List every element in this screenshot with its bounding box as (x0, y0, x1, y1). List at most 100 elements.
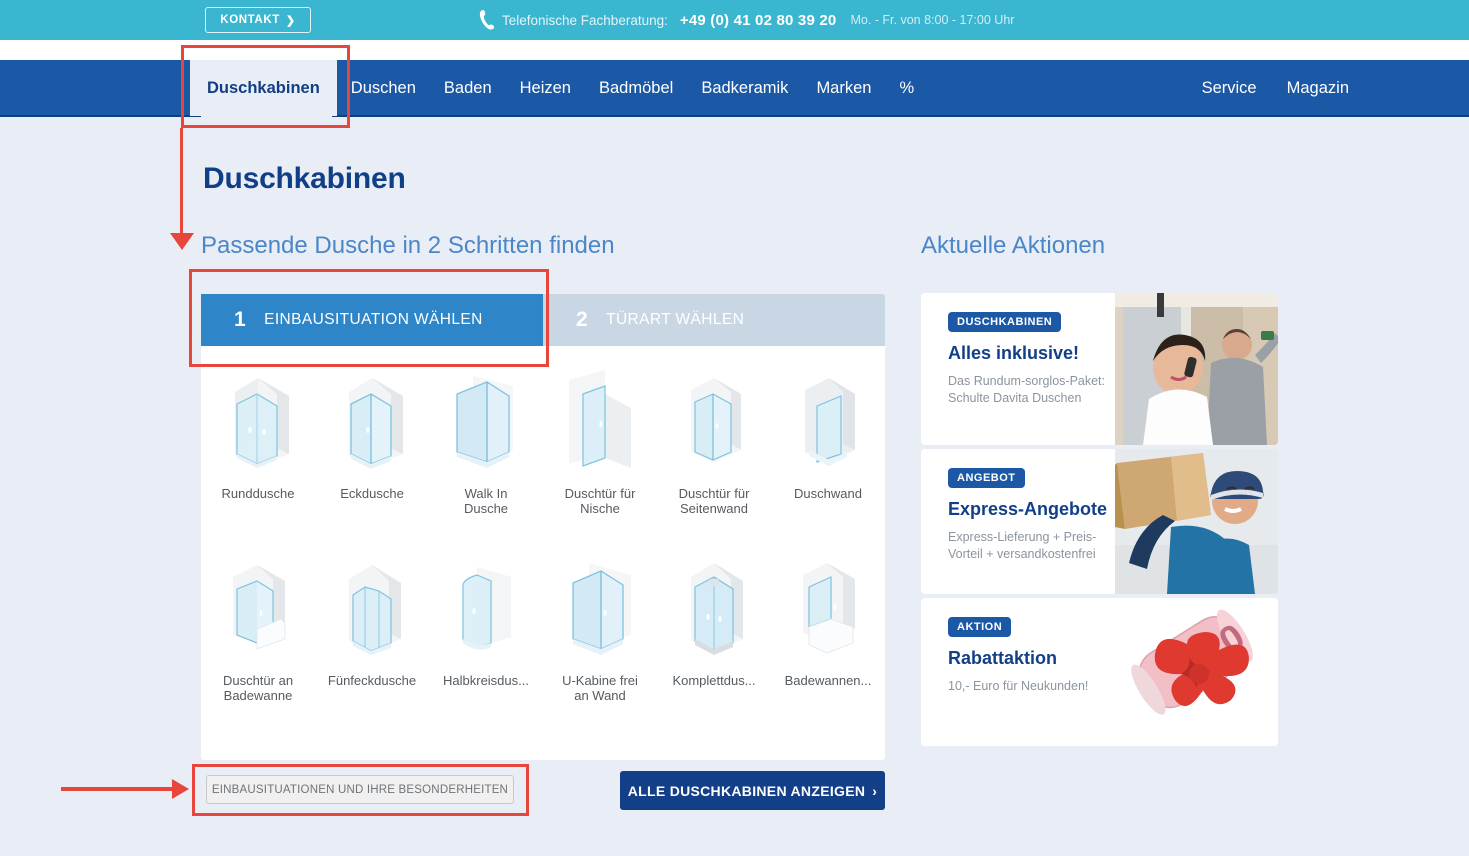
shower-corner-icon (349, 378, 403, 469)
tab-step-1-einbausituation[interactable]: 1 EINBAUSITUATION WÄHLEN (201, 294, 543, 346)
nav-item-magazin[interactable]: Magazin (1287, 79, 1349, 98)
promo-card-express-angebote[interactable]: ANGEBOT Express-Angebote Express-Lieferu… (921, 449, 1278, 594)
option-duschwand[interactable]: Duschwand (771, 346, 885, 533)
nav-item-heizen[interactable]: Heizen (506, 60, 585, 116)
shower-sidewall-door-icon (691, 378, 741, 462)
option-label: Duschtür an Badewanne (222, 673, 294, 703)
option-label: U-Kabine frei an Wand (562, 673, 638, 703)
promo-card-rabattaktion[interactable]: AKTION Rabattaktion 10,- Euro für Neukun… (921, 598, 1278, 746)
option-duschtuer-seitenwand[interactable]: Duschtür für Seitenwand (657, 346, 771, 533)
option-label: Badewannen... (784, 673, 872, 688)
status-badge: DUSCHKABINEN (948, 312, 1062, 332)
option-duschtuer-nische[interactable]: Duschtür für Nische (543, 346, 657, 533)
shower-round-icon (235, 378, 289, 468)
kontakt-button[interactable]: KONTAKT ❯ (205, 7, 311, 33)
promo-card-alles-inklusive[interactable]: DUSCHKABINEN Alles inklusive! Das Rundum… (921, 293, 1278, 445)
option-runddusche[interactable]: Runddusche (201, 346, 315, 533)
nav-item-marken[interactable]: Marken (802, 60, 885, 116)
option-u-kabine-frei-an-wand[interactable]: U-Kabine frei an Wand (543, 533, 657, 720)
option-label: Fünfeckdusche (327, 673, 417, 688)
promo-subtext: Express-Lieferung + Preis-Vorteil + vers… (948, 530, 1097, 561)
status-badge: ANGEBOT (948, 468, 1025, 488)
nav-items-left: Duschkabinen Duschen Baden Heizen Badmöb… (190, 60, 928, 116)
option-eckdusche[interactable]: Eckdusche (315, 346, 429, 533)
nav-item-badmoebel[interactable]: Badmöbel (585, 60, 687, 116)
nav-item-badkeramik[interactable]: Badkeramik (687, 60, 802, 116)
nav-label: Baden (443, 78, 492, 97)
shower-niche-door-icon (569, 370, 631, 468)
header-white-strip (0, 40, 1469, 60)
nav-items-right: Service Magazin (1202, 60, 1349, 116)
nav-label: % (899, 78, 915, 97)
aktionen-title: Aktuelle Aktionen (921, 232, 1106, 259)
option-label: Duschtür für Seitenwand (678, 486, 750, 516)
chevron-right-icon: ❯ (285, 14, 296, 27)
promo-image-delivery-man-box (1115, 449, 1278, 594)
option-label: Duschtür für Nische (564, 486, 636, 516)
promo-subtext: 10,- Euro für Neukunden! (948, 679, 1089, 693)
nav-item-duschen[interactable]: Duschen (337, 60, 430, 116)
phone-icon (479, 9, 494, 30)
option-fuenfeckdusche[interactable]: Fünfeckdusche (315, 533, 429, 720)
option-komplettdusche[interactable]: Komplettdus... (657, 533, 771, 720)
nav-label: Heizen (519, 78, 571, 97)
tab-step-2-tuerart[interactable]: 2 TÜRART WÄHLEN (543, 294, 885, 346)
page-root: KONTAKT ❯ Telefonische Fachberatung: +49… (0, 0, 1469, 856)
shower-bathtub-door-icon (233, 565, 286, 650)
option-halbkreisdusche[interactable]: Halbkreisdus... (429, 533, 543, 720)
tab-label: EINBAUSITUATION WÄHLEN (264, 311, 483, 328)
button-label: ALLE DUSCHKABINEN ANZEIGEN (627, 782, 866, 799)
nav-label: Service (1201, 78, 1257, 97)
tab-label: TÜRART WÄHLEN (606, 311, 745, 328)
promo-headline: Rabattaktion (948, 648, 1058, 668)
promo-text-block: AKTION Rabattaktion 10,- Euro für Neukun… (948, 617, 1113, 695)
alle-duschkabinen-anzeigen-button[interactable]: ALLE DUSCHKABINEN ANZEIGEN › (620, 771, 885, 810)
option-label: Duschwand (794, 486, 862, 501)
shower-bathtub-screen-icon (803, 563, 855, 654)
promo-headline: Express-Angebote (948, 499, 1108, 519)
promo-subtext: Das Rundum-sorglos-Paket: Schulte Davita… (948, 374, 1106, 405)
annotation-arrow-down-head (170, 233, 194, 250)
top-contact-bar: KONTAKT ❯ Telefonische Fachberatung: +49… (0, 0, 1469, 40)
tab-number: 2 (576, 308, 589, 331)
option-label: Walk In Dusche (463, 486, 509, 516)
annotation-arrow-right-line (61, 787, 176, 791)
nav-item-duschkabinen[interactable]: Duschkabinen (190, 60, 337, 116)
shower-walkin-icon (456, 376, 513, 468)
tab-number: 1 (234, 308, 247, 331)
einbausituation-grid: Runddusche Eckdusche Walk In Dusche Dusc… (201, 346, 885, 720)
status-badge: AKTION (948, 617, 1012, 637)
kontakt-label: KONTAKT (220, 14, 280, 26)
promo-headline: Alles inklusive! (948, 343, 1080, 363)
option-label: Eckdusche (340, 486, 404, 501)
option-walk-in-dusche[interactable]: Walk In Dusche (429, 346, 543, 533)
nav-label: Duschkabinen (207, 78, 320, 97)
nav-label: Duschen (350, 78, 416, 97)
option-badewannenaufsatz[interactable]: Badewannen... (771, 533, 885, 720)
nav-active-tail (201, 116, 332, 128)
einbausituationen-besonderheiten-button[interactable]: EINBAUSITUATIONEN UND IHRE BESONDERHEITE… (206, 775, 514, 804)
nav-item-baden[interactable]: Baden (430, 60, 506, 116)
option-label: Halbkreisdus... (443, 673, 529, 688)
annotation-arrow-right-head (172, 779, 189, 799)
shower-complete-icon (691, 563, 743, 655)
nav-label: Badkeramik (701, 78, 789, 97)
option-duschtuer-badewanne[interactable]: Duschtür an Badewanne (201, 533, 315, 720)
nav-label: Magazin (1286, 78, 1349, 97)
nav-item-prozent[interactable]: % (885, 60, 928, 116)
nav-item-service[interactable]: Service (1202, 79, 1257, 98)
phone-advice-block: Telefonische Fachberatung: +49 (0) 41 02… (478, 0, 1014, 40)
phone-number[interactable]: +49 (0) 41 02 80 39 20 (680, 12, 837, 29)
wizard-subtitle: Passende Dusche in 2 Schritten finden (201, 232, 615, 259)
nav-label: Badmöbel (599, 78, 674, 97)
page-title: Duschkabinen (203, 162, 406, 195)
option-label: Komplettdus... (672, 673, 756, 688)
annotation-arrow-down-line (180, 128, 183, 238)
promo-text-block: ANGEBOT Express-Angebote Express-Lieferu… (948, 468, 1113, 562)
nav-label: Marken (816, 78, 872, 97)
shower-finder-panel: 1 EINBAUSITUATION WÄHLEN 2 TÜRART WÄHLEN (201, 294, 885, 760)
shower-semicircle-icon (462, 567, 511, 650)
wizard-tabs: 1 EINBAUSITUATION WÄHLEN 2 TÜRART WÄHLEN (201, 294, 885, 346)
shower-pentagon-icon (349, 565, 401, 655)
option-label: Runddusche (221, 486, 295, 501)
